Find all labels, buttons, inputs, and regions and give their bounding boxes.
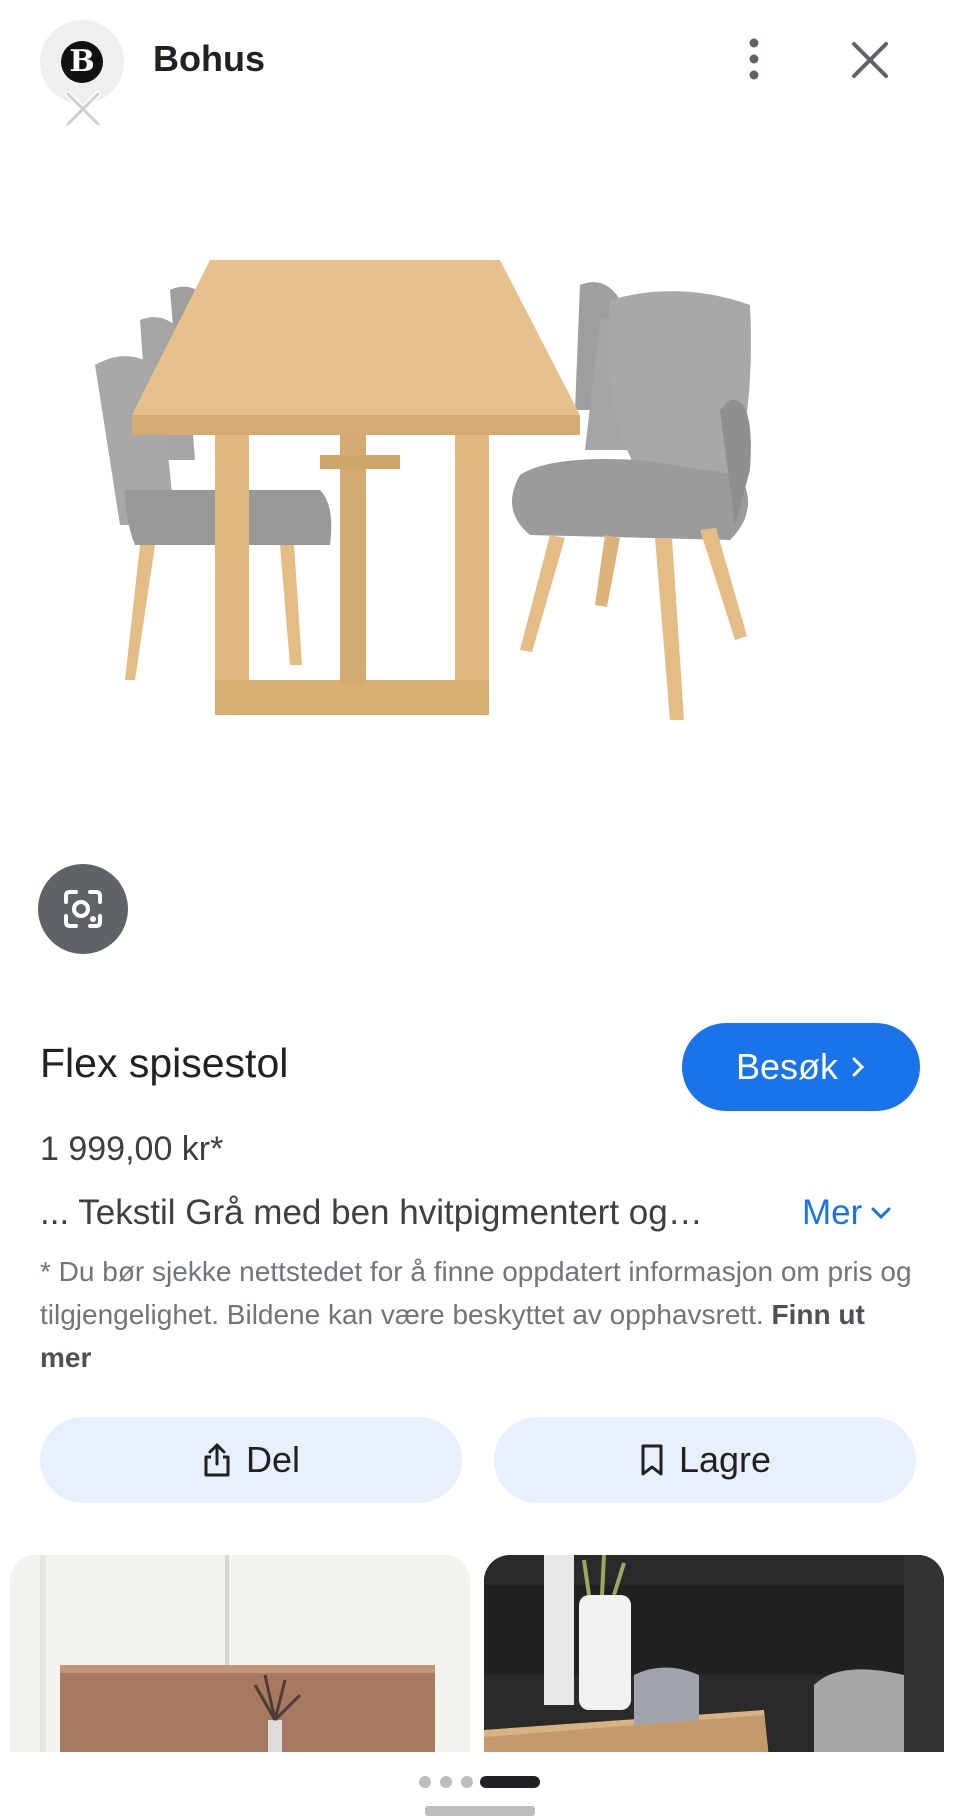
visit-button-label: Besøk bbox=[735, 1046, 839, 1087]
product-title: Flex spisestol bbox=[40, 1040, 289, 1086]
more-vert-icon[interactable] bbox=[734, 34, 774, 84]
more-link[interactable]: Mer bbox=[802, 1193, 892, 1233]
bookmark-icon bbox=[641, 1444, 663, 1476]
page-dot bbox=[440, 1776, 452, 1788]
home-indicator[interactable] bbox=[425, 1806, 535, 1816]
disclaimer: * Du bør sjekke nettstedet for å finne o… bbox=[40, 1250, 920, 1379]
share-button[interactable]: Del bbox=[40, 1417, 462, 1503]
chevron-down-icon bbox=[871, 1207, 891, 1220]
share-button-label: Del bbox=[245, 1439, 301, 1480]
lens-icon bbox=[64, 890, 102, 928]
site-name[interactable]: Bohus bbox=[153, 38, 265, 80]
visit-button[interactable]: Besøk bbox=[682, 1023, 920, 1111]
page-dot-active bbox=[480, 1776, 540, 1788]
chevron-right-icon bbox=[852, 1057, 865, 1077]
product-image[interactable] bbox=[80, 260, 880, 840]
site-logo-letter: B bbox=[61, 41, 103, 83]
product-price: 1 999,00 kr* bbox=[40, 1130, 224, 1168]
share-icon bbox=[204, 1443, 230, 1477]
page-indicator[interactable] bbox=[418, 1775, 542, 1789]
more-link-label: Mer bbox=[802, 1193, 863, 1232]
page-dot bbox=[461, 1776, 473, 1788]
save-button[interactable]: Lagre bbox=[494, 1417, 916, 1503]
save-button-label: Lagre bbox=[678, 1439, 772, 1480]
page-dot bbox=[419, 1776, 431, 1788]
product-description: ... Tekstil Grå med ben hvitpigmentert o… bbox=[40, 1193, 703, 1232]
logo-close-icon[interactable] bbox=[62, 88, 104, 130]
lens-button[interactable] bbox=[38, 864, 128, 954]
close-icon[interactable] bbox=[848, 38, 892, 82]
